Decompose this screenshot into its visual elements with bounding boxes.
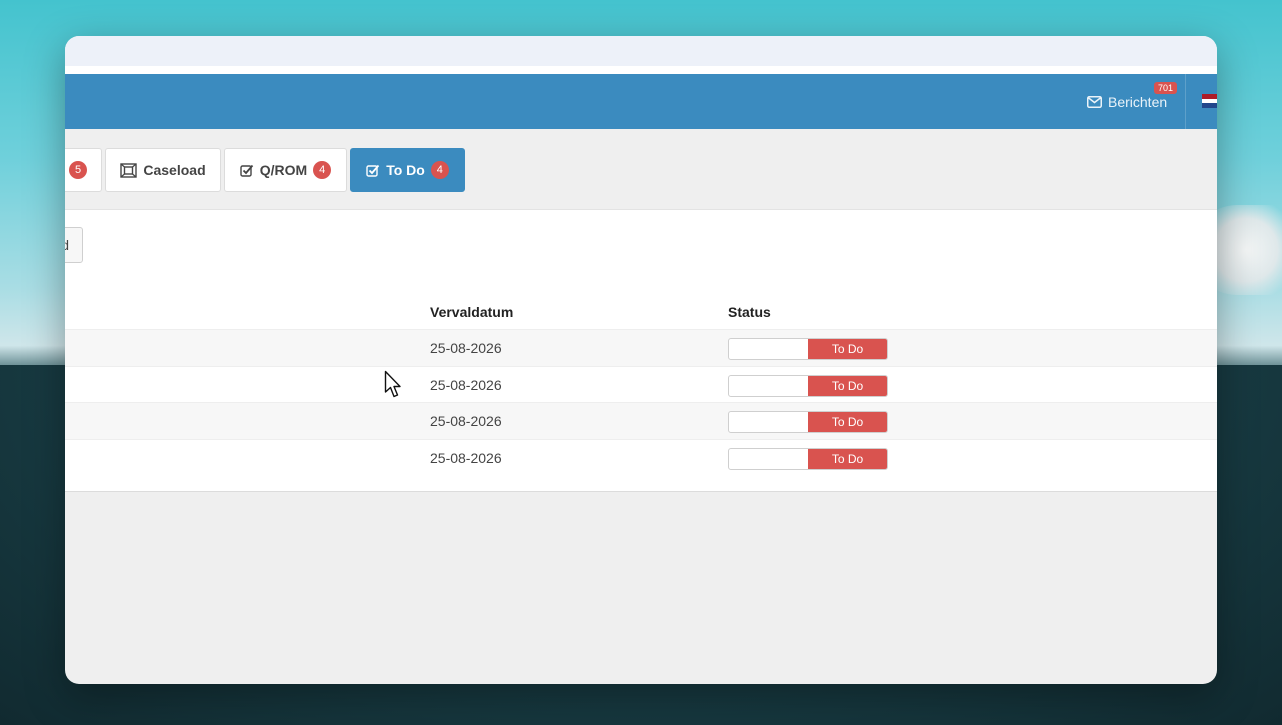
- status-label: To Do: [808, 339, 887, 359]
- due-date-cell: 25-08-2026: [430, 340, 502, 356]
- tab-qrom-label: Q/ROM: [259, 162, 308, 178]
- tab-partial[interactable]: 5: [65, 148, 102, 192]
- table-row: 25-08-2026 To Do: [65, 402, 1217, 439]
- window-chrome-bar: [65, 36, 1217, 66]
- messages-count-badge: 701: [1154, 82, 1178, 94]
- due-date-cell: 25-08-2026: [430, 377, 502, 393]
- window-chrome-line: [65, 66, 1217, 74]
- tab-qrom[interactable]: Q/ROM 4: [224, 148, 347, 192]
- tabs-bar: 5 Caseload Q/ROM 4 To Do 4: [65, 129, 1217, 209]
- envelope-icon: [1087, 96, 1102, 108]
- table-row: 25-08-2026 To Do: [65, 366, 1217, 403]
- navbar-divider: [1185, 74, 1186, 129]
- tab-todo-label: To Do: [386, 162, 425, 178]
- app-window: Berichten 701 5 Caseload Q/ROM 4 To Do 4…: [65, 36, 1217, 684]
- toolbar: d: [65, 209, 1217, 281]
- column-header-status: Status: [728, 304, 771, 320]
- status-label: To Do: [808, 376, 887, 396]
- status-toggle[interactable]: To Do: [728, 448, 888, 470]
- due-date-cell: 25-08-2026: [430, 450, 502, 466]
- due-date-cell: 25-08-2026: [430, 413, 502, 429]
- tab-caseload-label: Caseload: [143, 162, 206, 178]
- check-square-icon: [366, 164, 380, 177]
- todo-table: Vervaldatum Status 25-08-2026 To Do 25-0…: [65, 280, 1217, 492]
- table-row: 25-08-2026 To Do: [65, 329, 1217, 366]
- tab-qrom-badge: 4: [313, 161, 332, 179]
- status-label: To Do: [808, 449, 887, 469]
- status-toggle[interactable]: To Do: [728, 411, 888, 433]
- check-square-icon: [240, 164, 253, 177]
- tab-todo-badge: 4: [430, 161, 449, 179]
- status-label: To Do: [808, 412, 887, 432]
- caseload-icon: [120, 162, 138, 178]
- tab-caseload[interactable]: Caseload: [105, 148, 221, 192]
- column-header-due-date: Vervaldatum: [430, 304, 514, 320]
- language-flag-icon[interactable]: [1202, 94, 1217, 108]
- mouse-cursor-icon: [384, 370, 401, 398]
- tab-todo[interactable]: To Do 4: [350, 148, 465, 192]
- toolbar-partial-button[interactable]: d: [65, 227, 83, 263]
- table-row: 25-08-2026 To Do: [65, 439, 1217, 476]
- tab-partial-badge: 5: [69, 161, 87, 179]
- messages-label: Berichten: [1108, 94, 1168, 110]
- status-toggle[interactable]: To Do: [728, 375, 888, 397]
- messages-link[interactable]: Berichten: [1087, 92, 1167, 112]
- status-toggle[interactable]: To Do: [728, 338, 888, 360]
- top-navbar: Berichten 701: [65, 74, 1217, 129]
